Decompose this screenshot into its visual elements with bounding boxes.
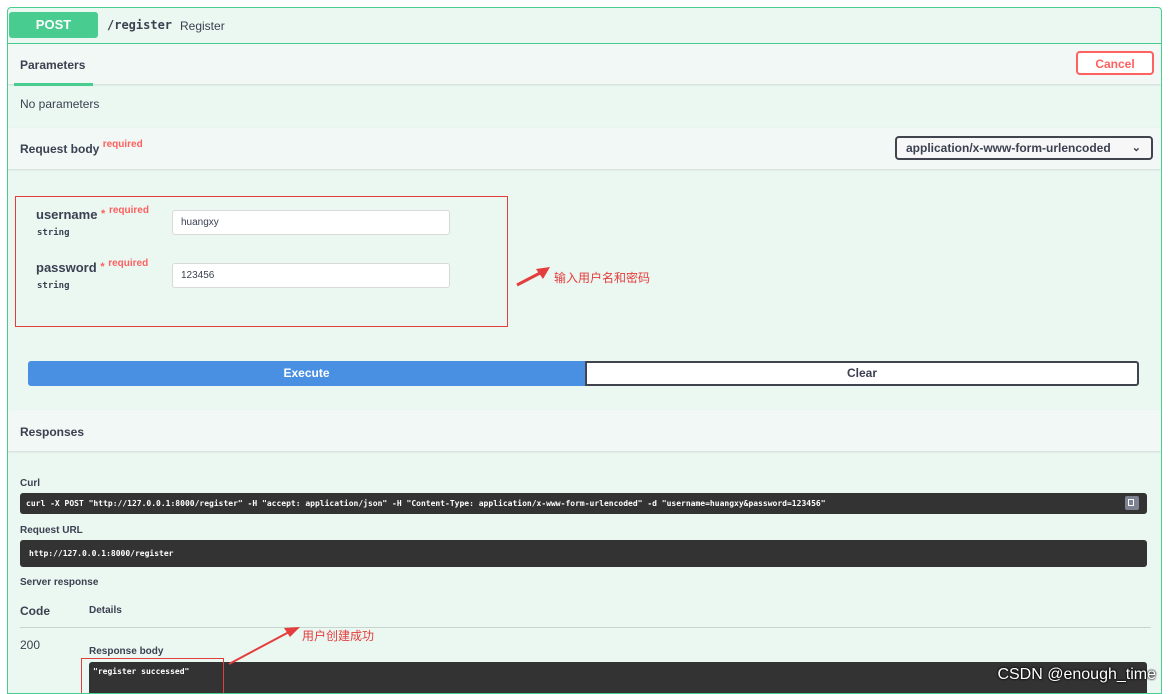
param-required-password: required [108,258,149,269]
param-label-password: password [36,260,97,275]
annotation-user-created: 用户创建成功 [302,629,375,643]
request-body-title-text: Request body [20,142,100,156]
request-url-label: Request URL [20,525,83,536]
operation-path: /register [107,18,173,32]
curl-label: Curl [20,478,40,489]
details-column-header: Details [89,605,122,616]
annotation-arrow-icon [516,267,550,287]
tab-parameters[interactable]: Parameters [20,58,85,72]
clear-button[interactable]: Clear [585,361,1139,386]
code-column-header: Code [20,604,50,618]
request-url-box: http://127.0.0.1:8000/register [20,540,1147,567]
param-name-password: password * required [36,258,149,275]
param-type-username: string [37,228,70,238]
param-type-password: string [37,281,70,291]
copy-icon[interactable] [1125,496,1139,510]
param-name-username: username * required [36,205,149,222]
required-star: * [100,261,105,273]
response-highlight-box [81,658,224,693]
curl-command: curl -X POST "http://127.0.0.1:8000/regi… [26,499,826,508]
curl-command-box: curl -X POST "http://127.0.0.1:8000/regi… [20,493,1147,514]
username-input[interactable]: huangxy [172,210,450,235]
param-required-username: required [108,205,149,216]
no-parameters-text: No parameters [20,97,100,111]
operation-summary-text: Register [180,19,225,33]
required-star: * [101,208,106,220]
password-input[interactable]: 123456 [172,263,450,288]
annotation-input-credentials: 输入用户名和密码 [554,271,651,285]
request-url: http://127.0.0.1:8000/register [29,549,174,558]
annotation-arrow-icon [228,627,300,665]
content-type-value: application/x-www-form-urlencoded [906,141,1111,155]
content-type-select[interactable]: application/x-www-form-urlencoded ⌄ [895,136,1153,160]
server-response-label: Server response [20,577,99,588]
responses-title: Responses [20,425,85,439]
operation-summary[interactable]: POST /register Register [8,8,1161,44]
table-divider [20,627,1151,628]
request-body-required: required [102,139,143,150]
chevron-down-icon: ⌄ [1131,142,1141,154]
method-badge: POST [9,12,98,38]
param-label-username: username [36,207,98,222]
response-body-label: Response body [89,646,164,657]
cancel-button[interactable]: Cancel [1076,51,1154,75]
operation-block: POST /register Register Parameters Cance… [7,7,1162,694]
execute-button[interactable]: Execute [28,361,585,386]
tab-active-indicator [14,83,93,86]
response-code: 200 [20,638,41,652]
watermark: CSDN @enough_time [997,666,1156,683]
request-body-title: Request body required [20,139,143,156]
responses-header: Responses [8,410,1161,451]
parameters-header: Parameters Cancel [8,44,1161,86]
request-body-header: Request body required application/x-www-… [8,128,1161,169]
